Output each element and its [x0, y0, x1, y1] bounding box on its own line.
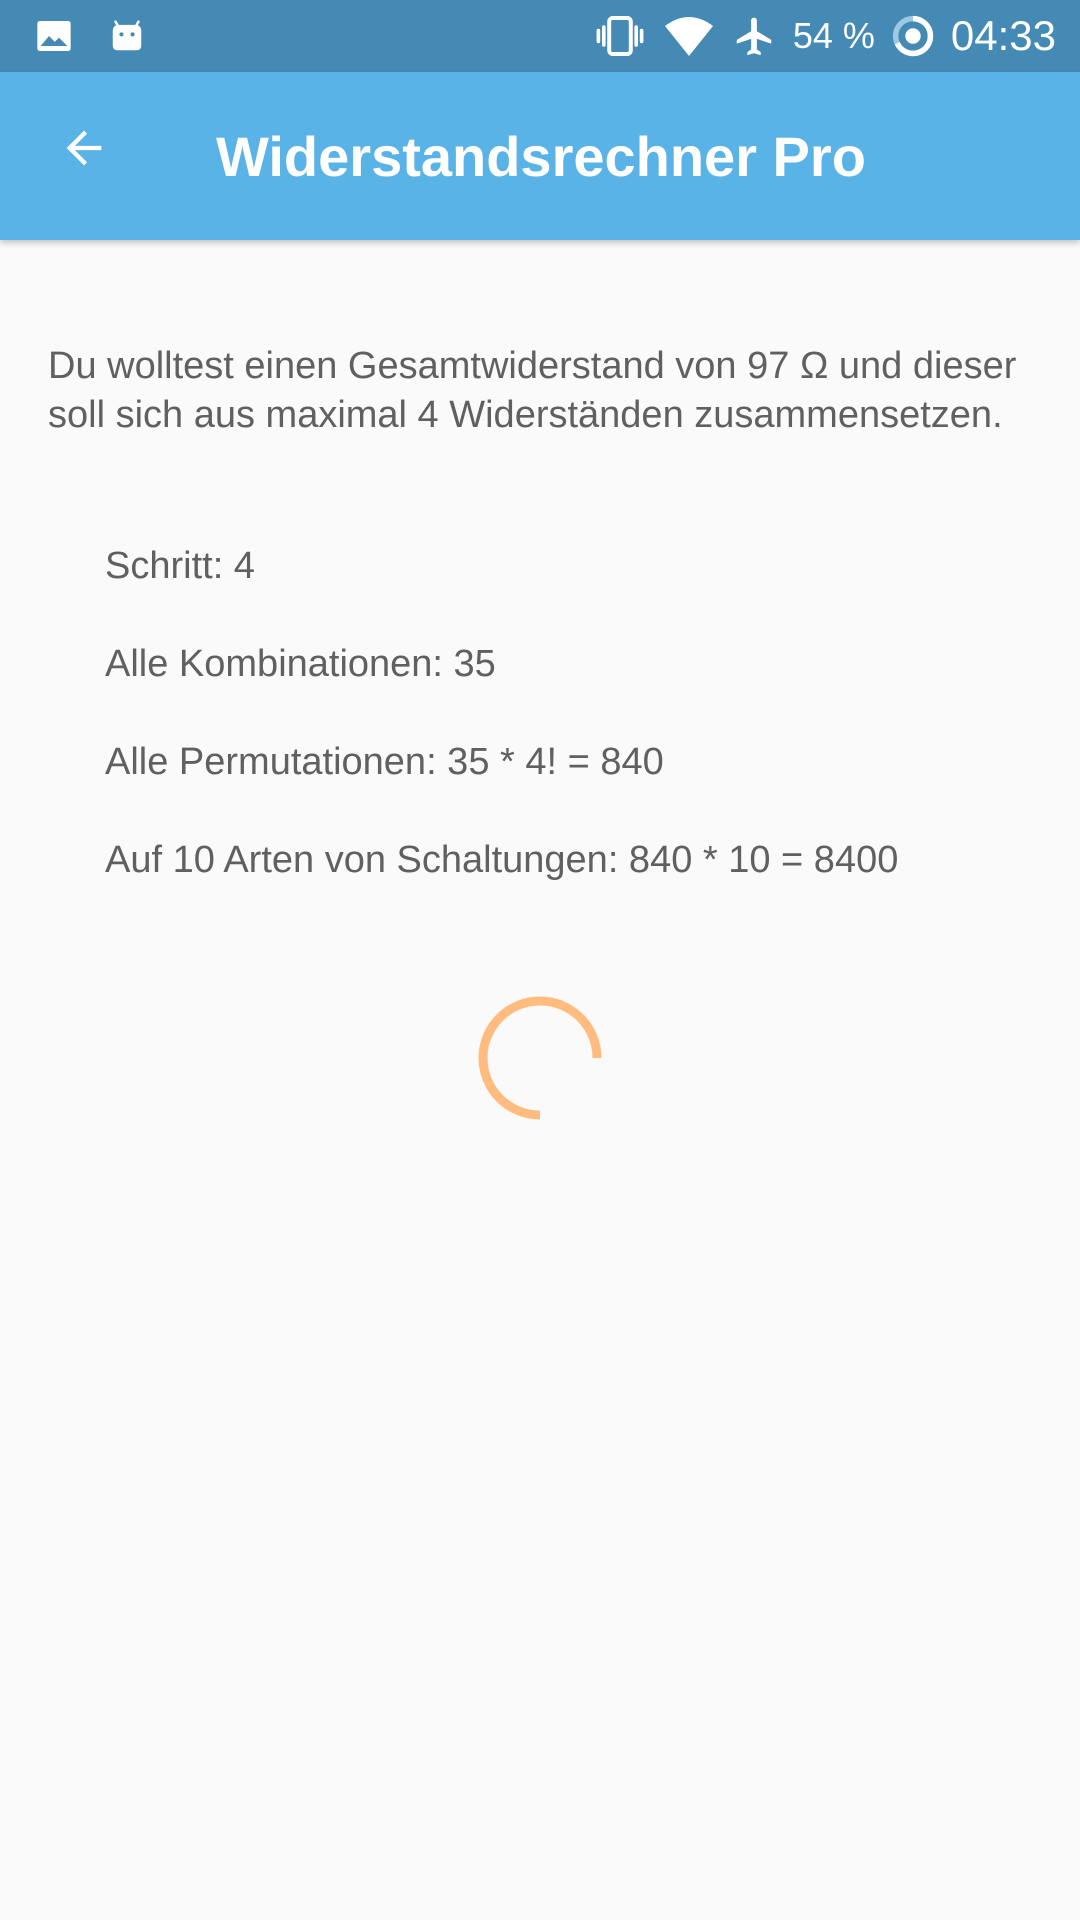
- app-bar: Widerstandsrechner Pro: [0, 72, 1080, 240]
- battery-percent: 54 %: [792, 15, 875, 56]
- stat-step: Schritt: 4: [105, 545, 255, 587]
- android-icon: [108, 16, 146, 56]
- vibrate-icon: [593, 14, 647, 58]
- wifi-icon: [663, 14, 715, 58]
- image-icon: [34, 16, 74, 56]
- stat-circuit-types: Auf 10 Arten von Schaltungen: 840 * 10 =…: [105, 839, 899, 881]
- intro-text: Du wolltest einen Gesamtwiderstand von 9…: [48, 345, 1017, 436]
- arrow-back-icon: [58, 122, 110, 179]
- page-title: Widerstandsrechner Pro: [216, 125, 866, 188]
- battery-ring-icon: [891, 14, 935, 58]
- stat-combinations: Alle Kombinationen: 35: [105, 643, 496, 685]
- back-button[interactable]: [44, 110, 124, 190]
- spinner-arc: [478, 996, 602, 1120]
- stat-permutations: Alle Permutationen: 35 * 4! = 840: [105, 741, 664, 783]
- status-bar: 54 % 04:33: [0, 0, 1080, 72]
- clock: 04:33: [950, 12, 1056, 59]
- loading-spinner: [476, 994, 604, 1122]
- airplane-icon: [731, 13, 777, 59]
